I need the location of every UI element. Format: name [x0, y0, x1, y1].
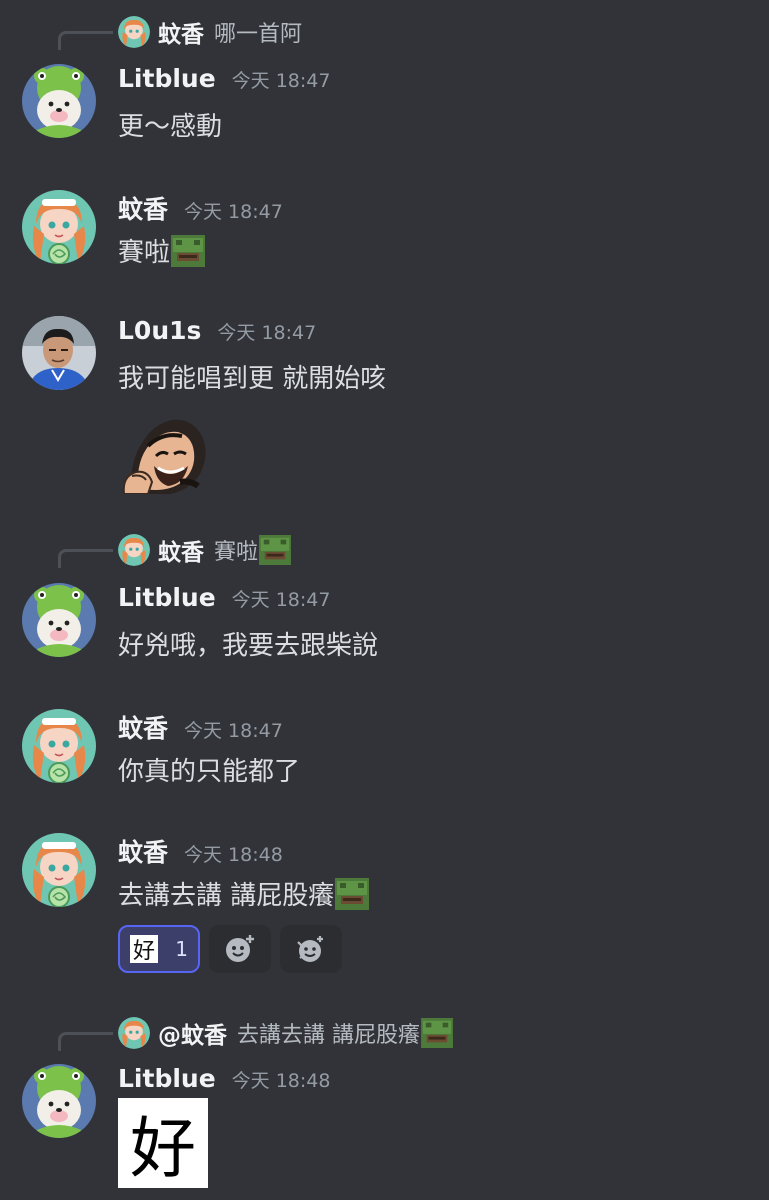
reply-text[interactable]: 去講去講 講屁股癢 — [237, 1017, 453, 1049]
username[interactable]: 蚊香 — [118, 709, 168, 745]
reply-text-content: 賽啦 — [214, 540, 259, 565]
username[interactable]: Litblue — [118, 1064, 216, 1093]
avatar-shiba-frog-icon[interactable] — [22, 64, 96, 138]
message-text-content: 更～感動 — [118, 112, 223, 142]
avatar-wenxiang-icon[interactable] — [22, 833, 96, 907]
avatar-wenxiang-icon[interactable] — [22, 190, 96, 264]
reply-spine — [58, 549, 113, 568]
frog-emoji-icon[interactable] — [171, 234, 206, 267]
reply-text[interactable]: 哪一首阿 — [214, 16, 302, 48]
reply-author[interactable]: @蚊香 — [158, 1016, 227, 1050]
reply-text-content: 去講去講 講屁股癢 — [237, 1023, 420, 1048]
username[interactable]: Litblue — [118, 64, 216, 93]
username[interactable]: 蚊香 — [118, 833, 168, 869]
avatar-shiba-frog-icon[interactable] — [22, 1064, 96, 1138]
username[interactable]: Litblue — [118, 583, 216, 612]
super-reaction-icon — [297, 936, 323, 962]
reply-preview[interactable]: 蚊香 哪一首阿 — [0, 14, 769, 50]
frog-emoji-icon[interactable] — [335, 877, 370, 910]
reply-spine — [58, 1032, 113, 1051]
image-attachment[interactable]: 好 — [118, 1098, 208, 1188]
reply-text[interactable]: 賽啦 — [214, 534, 291, 566]
add-reaction-button[interactable] — [209, 925, 271, 973]
message-text: 我可能唱到更 就開始咳 — [118, 358, 386, 395]
message-text-content: 你真的只能都了 — [118, 757, 301, 787]
timestamp: 今天 18:47 — [231, 70, 331, 92]
timestamp: 今天 18:47 — [184, 201, 283, 223]
timestamp: 今天 18:48 — [231, 1070, 331, 1092]
message-text-content: 我可能唱到更 就開始咳 — [118, 364, 387, 394]
laughing-man-emoji-icon[interactable] — [118, 402, 210, 494]
avatar-louis-icon[interactable] — [22, 316, 96, 390]
hao-emoji-icon: 好 — [130, 935, 158, 964]
avatar-wenxiang-icon[interactable] — [118, 1017, 150, 1049]
reply-preview[interactable]: @蚊香 去講去講 講屁股癢 — [0, 1015, 769, 1051]
message-text-content: 好兇哦，我要去跟柴說 — [118, 631, 379, 661]
avatar-wenxiang-icon[interactable] — [118, 534, 150, 566]
reaction-bar: 好 1 — [118, 925, 342, 973]
reply-preview[interactable]: 蚊香 賽啦 — [0, 532, 769, 568]
message-text-content: 去講去講 講屁股癢 — [118, 881, 335, 911]
username[interactable]: L0u1s — [118, 316, 201, 345]
message-text-content: 賽啦 — [118, 238, 171, 268]
reaction-count: 1 — [175, 937, 188, 961]
reaction-hao-button[interactable]: 好 1 — [118, 925, 200, 973]
image-text: 好 — [130, 1110, 196, 1187]
message-text: 你真的只能都了 — [118, 751, 300, 788]
reply-spine — [58, 31, 113, 50]
timestamp: 今天 18:47 — [184, 720, 283, 742]
avatar-wenxiang-icon[interactable] — [118, 16, 150, 48]
add-reaction-icon — [226, 935, 254, 962]
message-text: 更～感動 — [118, 106, 222, 143]
avatar-wenxiang-icon[interactable] — [22, 709, 96, 783]
avatar-shiba-frog-icon[interactable] — [22, 583, 96, 657]
message-text: 好兇哦，我要去跟柴說 — [118, 625, 378, 662]
reply-author[interactable]: 蚊香 — [158, 533, 204, 567]
username[interactable]: 蚊香 — [118, 190, 168, 226]
frog-emoji-icon — [421, 1018, 453, 1048]
timestamp: 今天 18:47 — [217, 322, 317, 344]
add-super-reaction-button[interactable] — [280, 925, 342, 973]
timestamp: 今天 18:48 — [184, 844, 283, 866]
message-text: 賽啦 — [118, 232, 206, 269]
message-text: 去講去講 講屁股癢 — [118, 875, 370, 912]
timestamp: 今天 18:47 — [231, 589, 331, 611]
reply-author[interactable]: 蚊香 — [158, 15, 204, 49]
frog-emoji-icon — [259, 535, 291, 565]
